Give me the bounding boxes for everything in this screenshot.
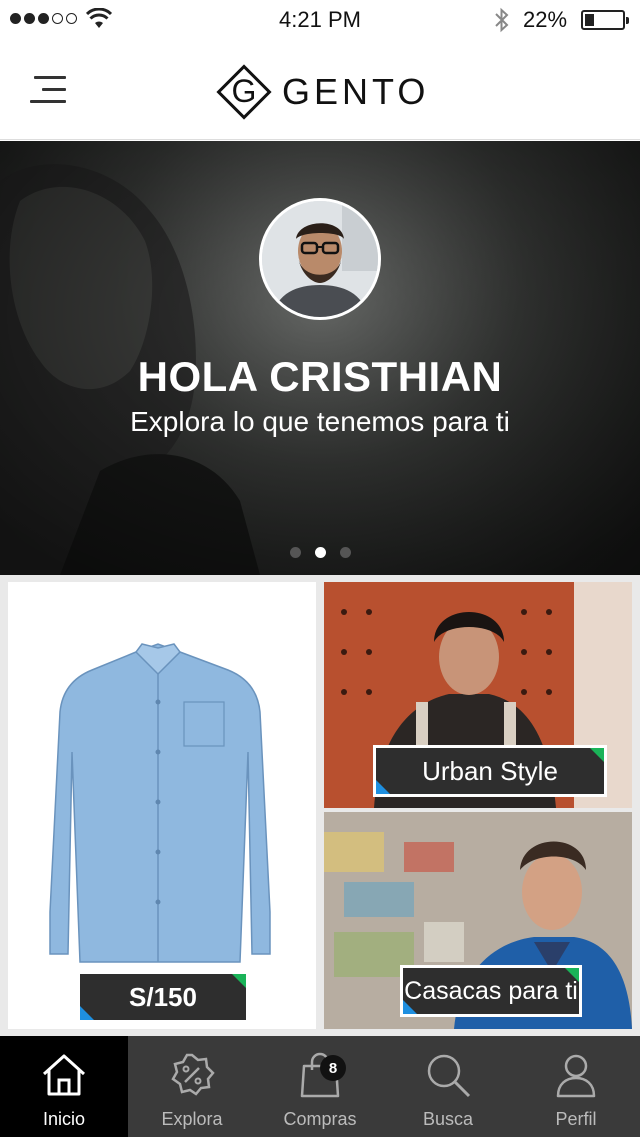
menu-button[interactable] <box>28 74 68 106</box>
price-label: S/150 <box>129 981 197 1012</box>
status-bar: 4:21 PM 22% <box>0 0 640 40</box>
category-label-casacas: Casacas para ti <box>404 976 578 1005</box>
category-label-urban: Urban Style <box>422 755 558 786</box>
price-tag: S/150 <box>80 974 246 1020</box>
tab-label-inicio: Inicio <box>42 1109 86 1129</box>
discount-badge-icon <box>171 1053 215 1096</box>
cart-count-badge: 8 <box>320 1055 346 1081</box>
tab-explora[interactable]: Explora <box>128 1036 256 1137</box>
logo-mark-icon: G <box>214 62 274 122</box>
category-card-casacas[interactable]: Casacas para ti <box>324 812 632 1029</box>
user-avatar[interactable] <box>259 198 381 320</box>
user-icon <box>556 1054 596 1098</box>
category-card-urban-style[interactable]: Urban Style <box>324 582 632 808</box>
search-icon <box>427 1054 471 1098</box>
bottom-tab-bar: Inicio Explora Compras Busca Perfil <box>0 1036 640 1137</box>
hero-subtitle: Explora lo que tenemos para ti <box>130 406 510 437</box>
app-header: G GENTO <box>0 40 640 140</box>
carousel-pager <box>0 547 640 558</box>
tab-inicio[interactable]: Inicio <box>0 1036 128 1137</box>
pager-dot-active[interactable] <box>314 547 326 558</box>
hero-greeting: HOLA CRISTHIAN <box>137 353 503 400</box>
product-card-shirt[interactable]: S/150 <box>8 582 316 1029</box>
brand-logo: G GENTO <box>214 62 429 122</box>
tab-label-busca: Busca <box>422 1109 474 1129</box>
home-icon <box>42 1054 86 1096</box>
hero-banner[interactable]: HOLA CRISTHIAN Explora lo que tenemos pa… <box>0 141 640 575</box>
bluetooth-icon <box>495 7 509 33</box>
category-tag-urban: Urban Style <box>373 745 607 797</box>
tab-perfil[interactable]: Perfil <box>512 1036 640 1137</box>
logo-text: GENTO <box>282 71 430 112</box>
tab-compras[interactable]: Compras <box>256 1036 384 1137</box>
logo-letter: G <box>231 73 257 109</box>
shirt-image <box>49 643 271 963</box>
pager-dot[interactable] <box>289 547 301 558</box>
battery-percent: 22% <box>523 7 568 32</box>
tab-label-perfil: Perfil <box>555 1109 597 1129</box>
hamburger-icon <box>34 76 66 79</box>
battery-icon <box>581 10 629 30</box>
featured-grid: S/150 Urban Style Casacas para ti <box>0 575 640 1036</box>
category-tag-casacas: Casacas para ti <box>400 965 582 1017</box>
tab-label-compras: Compras <box>283 1109 357 1129</box>
tab-busca[interactable]: Busca <box>384 1036 512 1137</box>
pager-dot[interactable] <box>339 547 351 558</box>
tab-label-explora: Explora <box>161 1109 223 1129</box>
